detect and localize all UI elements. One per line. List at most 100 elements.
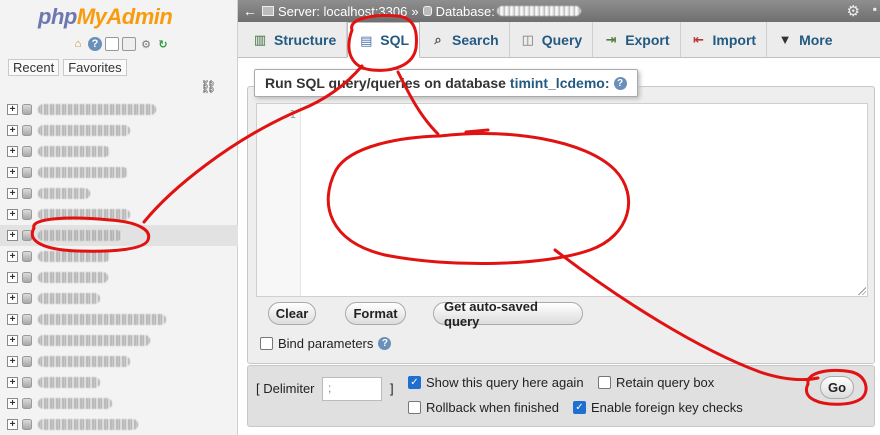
bind-parameters-option[interactable]: Bind parameters ?	[260, 336, 392, 351]
expand-icon[interactable]: +	[7, 356, 18, 367]
docs-icon[interactable]	[105, 37, 119, 51]
database-tree-item[interactable]: +	[0, 204, 238, 225]
expand-icon[interactable]: +	[7, 398, 18, 409]
database-tree-item[interactable]: +	[0, 120, 238, 141]
link-icon[interactable]: ⛓	[200, 79, 217, 95]
expand-icon[interactable]: +	[7, 209, 18, 220]
sql-editor[interactable]: 1	[256, 103, 868, 297]
bind-parameters-label: Bind parameters	[278, 336, 374, 351]
expand-icon[interactable]: +	[7, 146, 18, 157]
clear-button[interactable]: Clear	[268, 302, 316, 325]
expand-icon[interactable]: +	[7, 251, 18, 262]
database-name-redacted[interactable]	[38, 125, 130, 136]
rollback-option[interactable]: Rollback when finished	[408, 400, 559, 415]
database-name-redacted[interactable]	[38, 356, 130, 367]
reload-icon[interactable]: ↻	[156, 37, 170, 51]
database-icon	[22, 272, 32, 283]
gear-icon[interactable]: ⚙	[847, 2, 860, 20]
database-name-redacted[interactable]	[38, 251, 110, 262]
bind-parameters-checkbox[interactable]	[260, 337, 273, 350]
resize-handle-icon[interactable]	[857, 286, 866, 295]
expand-icon[interactable]: +	[7, 314, 18, 325]
retain-box-option[interactable]: Retain query box	[598, 375, 714, 390]
expand-icon[interactable]: +	[7, 230, 18, 241]
database-tree-item[interactable]: +	[0, 393, 238, 414]
expand-icon[interactable]: +	[7, 272, 18, 283]
expand-icon[interactable]: +	[7, 104, 18, 115]
database-name-redacted[interactable]	[38, 293, 100, 304]
tab-import[interactable]: ⇤ Import	[681, 22, 768, 57]
line-number: 1	[289, 108, 296, 121]
database-name-redacted[interactable]	[38, 419, 138, 430]
database-name-redacted[interactable]	[38, 104, 156, 115]
database-icon	[22, 209, 32, 220]
database-name-redacted[interactable]	[38, 272, 108, 283]
expand-icon[interactable]: +	[7, 293, 18, 304]
favorites-tab[interactable]: Favorites	[63, 59, 127, 76]
phpmyadmin-logo[interactable]: phpMyAdmin	[38, 4, 173, 30]
database-tree-item[interactable]: +	[0, 183, 238, 204]
navigation-panel: phpMyAdmin ⌂ ? ⚙ ↻ Recent Favorites ⛓ + +…	[0, 0, 238, 435]
breadcrumb-separator: »	[411, 3, 419, 19]
database-tree-item[interactable]: +	[0, 288, 238, 309]
breadcrumb-database-name-redacted	[496, 6, 581, 16]
database-tree-item[interactable]: +	[0, 99, 238, 120]
show-query-checkbox[interactable]: ✓	[408, 376, 421, 389]
database-tree-item[interactable]: +	[0, 267, 238, 288]
retain-box-checkbox[interactable]	[598, 376, 611, 389]
database-name-redacted[interactable]	[38, 209, 130, 220]
expand-icon[interactable]: +	[7, 188, 18, 199]
get-autosaved-query-button[interactable]: Get auto-saved query	[433, 299, 583, 329]
tab-export[interactable]: ⇥ Export	[593, 22, 681, 57]
database-tree-item[interactable]: +	[0, 309, 238, 330]
database-name-redacted[interactable]	[38, 398, 112, 409]
rollback-checkbox[interactable]	[408, 401, 421, 414]
tab-sql[interactable]: ▤ SQL	[347, 22, 421, 58]
database-tree-item[interactable]: +	[0, 162, 238, 183]
collapse-icon[interactable]: ▪	[873, 2, 877, 16]
go-button[interactable]: Go	[820, 376, 854, 399]
delimiter-input[interactable]: ;	[322, 377, 382, 401]
breadcrumb-server[interactable]: Server: localhost:3306	[278, 4, 407, 19]
database-tree-item[interactable]: +	[0, 414, 238, 435]
expand-icon[interactable]: +	[7, 125, 18, 136]
database-tree-item[interactable]: +	[0, 246, 238, 267]
tab-search[interactable]: ⌕ Search	[420, 22, 510, 57]
database-tree-item[interactable]: +	[0, 351, 238, 372]
format-button[interactable]: Format	[345, 302, 406, 325]
database-name-redacted[interactable]	[38, 146, 110, 157]
database-name-redacted[interactable]	[38, 377, 100, 388]
expand-icon[interactable]: +	[7, 335, 18, 346]
settings-icon[interactable]: ⚙	[139, 37, 153, 51]
tab-more[interactable]: ▼ More	[767, 22, 842, 57]
expand-icon[interactable]: +	[7, 167, 18, 178]
database-tree-item[interactable]: +	[0, 225, 238, 246]
database-icon	[22, 377, 32, 388]
copy-icon[interactable]	[122, 37, 136, 51]
expand-icon[interactable]: +	[7, 377, 18, 388]
database-tree-item[interactable]: +	[0, 330, 238, 351]
database-name-redacted[interactable]	[38, 230, 122, 241]
help-icon[interactable]: ?	[88, 37, 102, 51]
back-arrow-icon[interactable]: ←	[238, 3, 262, 19]
database-name-redacted[interactable]	[38, 188, 90, 199]
home-icon[interactable]: ⌂	[71, 37, 85, 51]
foreign-keys-checkbox[interactable]: ✓	[573, 401, 586, 414]
database-name-redacted[interactable]	[38, 335, 150, 346]
database-tree-item[interactable]: +	[0, 141, 238, 162]
tab-label: Structure	[274, 31, 337, 48]
help-icon[interactable]: ?	[378, 337, 392, 350]
show-query-option[interactable]: ✓ Show this query here again	[408, 375, 584, 390]
expand-icon[interactable]: +	[7, 419, 18, 430]
database-name-redacted[interactable]	[38, 314, 166, 325]
foreign-keys-option[interactable]: ✓ Enable foreign key checks	[573, 400, 743, 415]
database-icon	[22, 230, 32, 241]
tab-structure[interactable]: ▥ Structure	[242, 22, 348, 57]
database-name-redacted[interactable]	[38, 167, 128, 178]
help-icon[interactable]: ?	[613, 76, 627, 90]
database-tree-item[interactable]: +	[0, 372, 238, 393]
tab-query[interactable]: ◫ Query	[510, 22, 594, 57]
recent-tab[interactable]: Recent	[8, 59, 60, 76]
breadcrumb-database[interactable]: Database:	[436, 4, 495, 19]
foreign-keys-label: Enable foreign key checks	[591, 400, 743, 415]
